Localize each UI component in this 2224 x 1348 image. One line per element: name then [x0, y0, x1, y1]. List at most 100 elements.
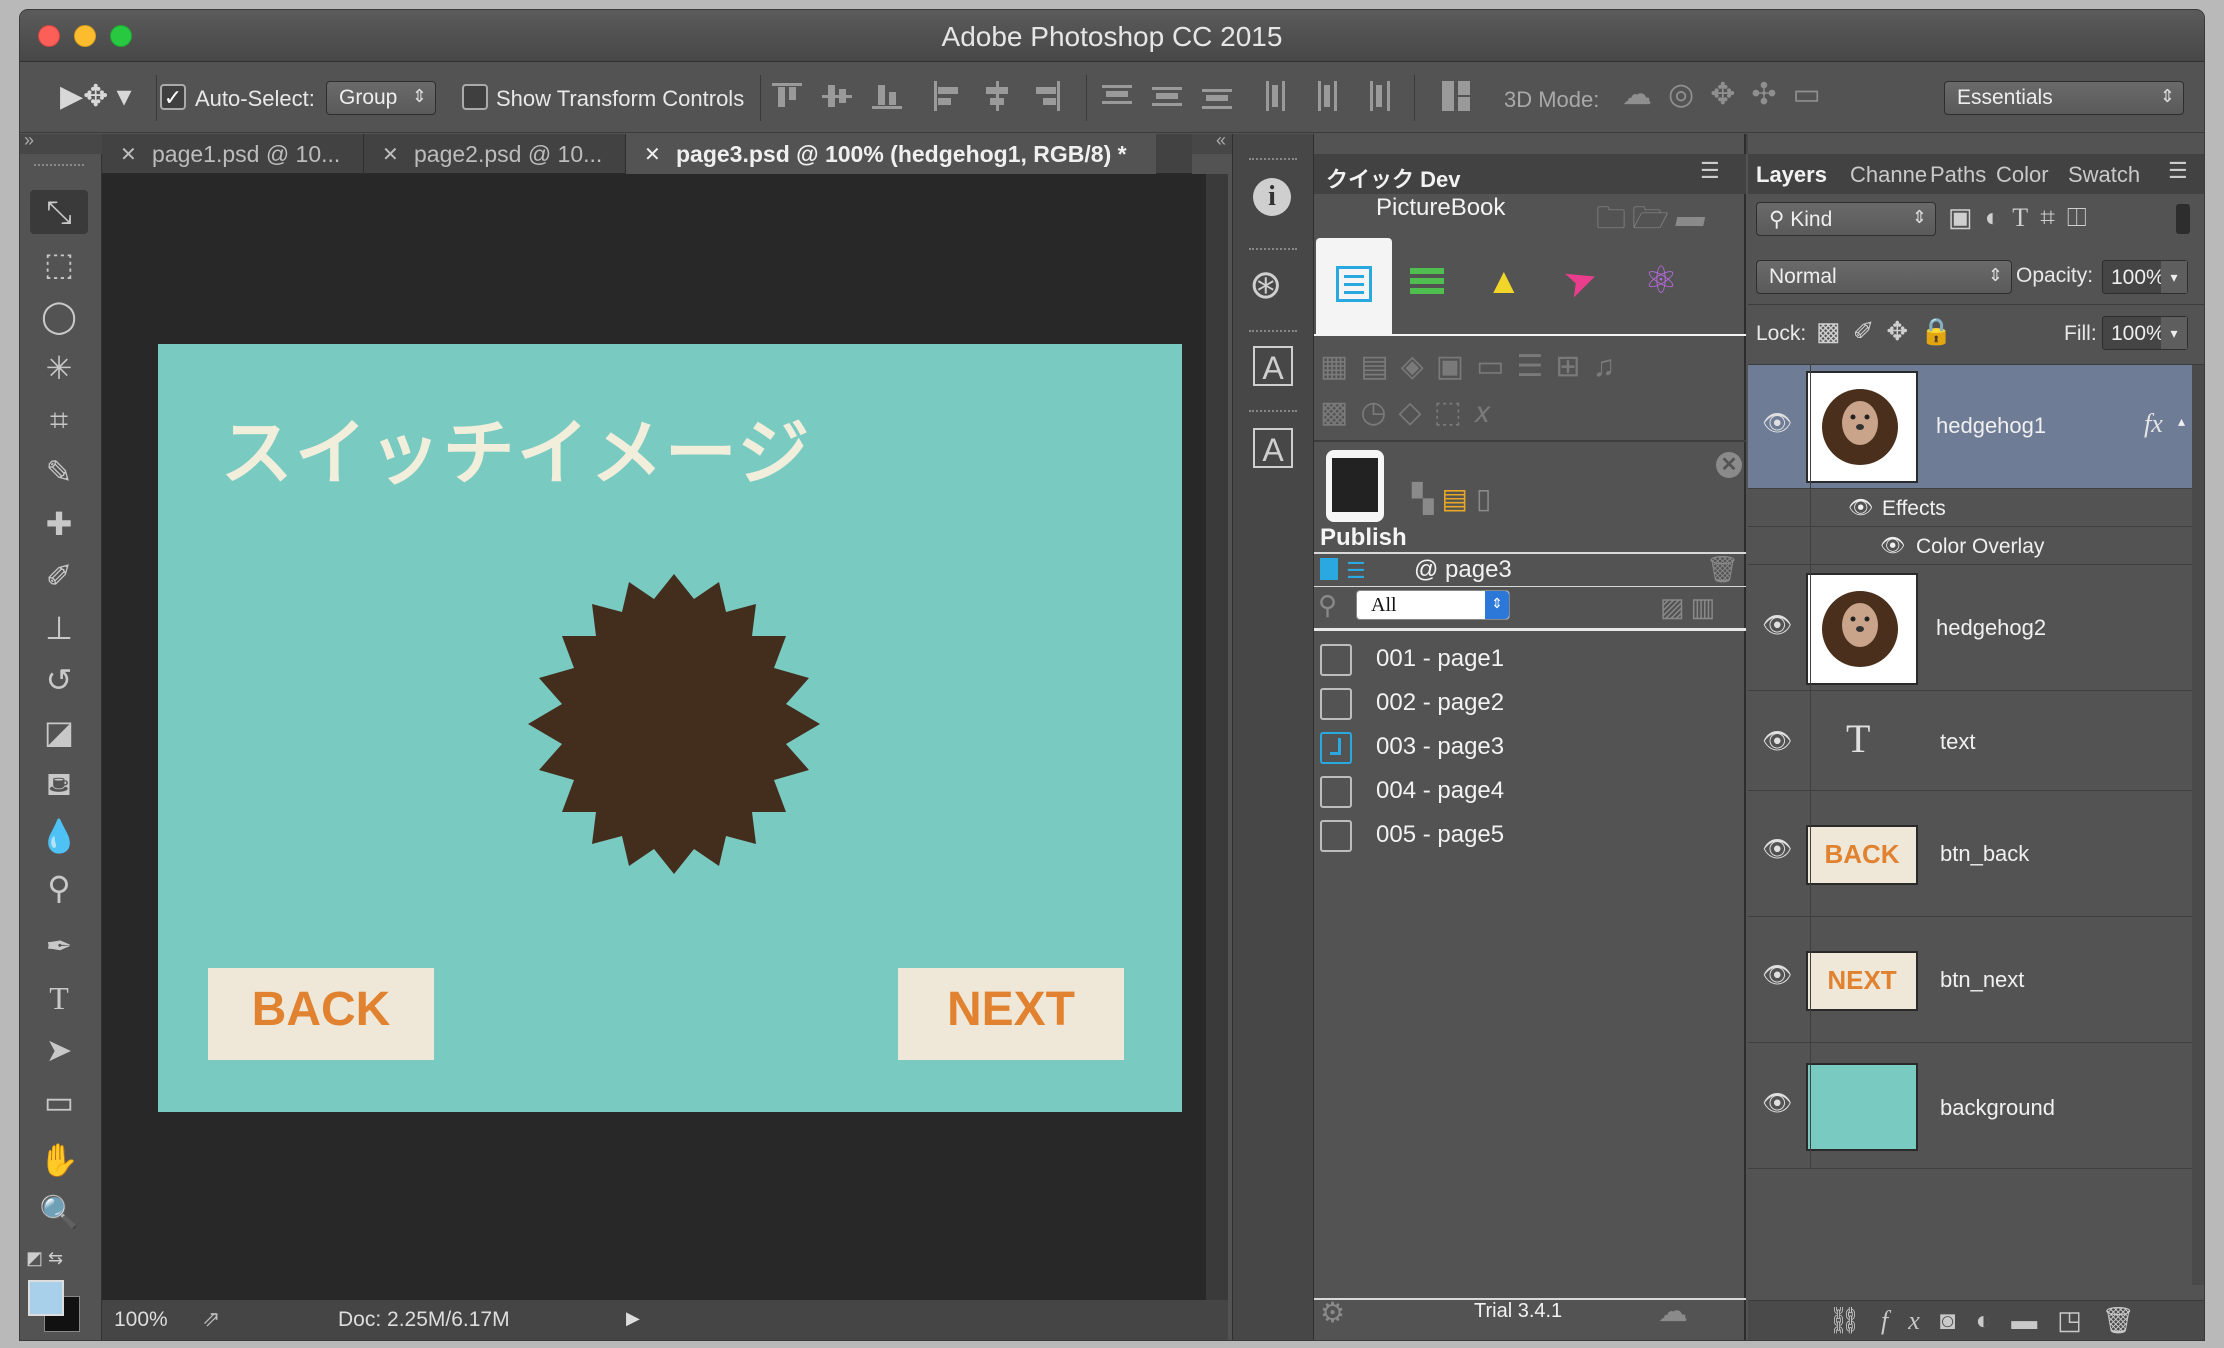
visibility-eye-icon[interactable]: 👁 [1762, 409, 1792, 438]
visibility-eye-icon[interactable]: 👁 [1762, 727, 1792, 756]
distribute-left-icon[interactable] [1262, 81, 1292, 111]
artboard[interactable]: スイッチイメージ BACK NEXT [158, 344, 1182, 1112]
close-tab-icon[interactable]: ✕ [120, 142, 137, 167]
rocket-icon[interactable]: ▲ [1486, 260, 1522, 302]
lock-transparent-icon[interactable]: ▩ [1816, 316, 1853, 346]
search-icon[interactable]: ⚲ [1318, 590, 1337, 621]
tab-page2[interactable]: ✕ page2.psd @ 10... [364, 134, 626, 174]
marquee-tool-icon[interactable]: ⬚ [30, 242, 88, 286]
character-panel-icon[interactable]: A [1253, 346, 1293, 386]
path-selection-tool-icon[interactable]: ➤ [30, 1028, 88, 1072]
move-tool-icon[interactable]: ⤡ [30, 190, 88, 234]
close-tab-icon[interactable]: ✕ [644, 142, 661, 167]
settings-gear-icon[interactable]: ⚙ [1320, 1296, 1345, 1329]
tab-channels[interactable]: Channe [1850, 162, 1927, 196]
copy-icon[interactable]: ▯ [1476, 483, 1499, 514]
distribute-horizontal-center-icon[interactable] [1312, 81, 1342, 111]
smart-object-filter-icon[interactable]: ◫ [2067, 202, 2099, 232]
close-publish-icon[interactable]: ✕ [1716, 452, 1742, 478]
new-adjustment-icon[interactable]: ◐ [1976, 1305, 2012, 1335]
archive-icon[interactable]: ▤ [1442, 483, 1476, 514]
filter-toggle[interactable] [2176, 204, 2190, 234]
eyedropper-tool-icon[interactable]: ✎ [30, 450, 88, 494]
collapse-dock-icon[interactable]: « [1216, 130, 1226, 151]
new-layer-icon[interactable]: ◳ [2057, 1305, 2102, 1335]
pixel-filter-icon[interactable]: ▣ [1948, 202, 1985, 232]
share-icon[interactable]: ⇗ [202, 1306, 220, 1332]
html-icon[interactable]: ▣ [1436, 350, 1476, 383]
lock-all-icon[interactable]: 🔒 [1920, 316, 1964, 346]
terminal-icon[interactable]: ▭ [1476, 350, 1516, 383]
code-icon[interactable]: ◈ [1401, 350, 1436, 383]
tab-layers[interactable]: Layers [1756, 162, 1827, 196]
distribute-top-icon[interactable] [1102, 81, 1132, 111]
visibility-eye-icon[interactable]: 👁 [1762, 611, 1792, 640]
dodge-tool-icon[interactable]: ⚲ [30, 866, 88, 910]
list-mode-icon[interactable] [1410, 268, 1444, 300]
timer-icon[interactable]: ◷ [1360, 396, 1398, 429]
new-folder-icon[interactable]: 🗀 [1596, 202, 1632, 235]
eraser-tool-icon[interactable]: ◪ [30, 710, 88, 754]
delete-layer-icon[interactable]: 🗑 [2102, 1305, 2155, 1335]
publish-button[interactable] [1324, 450, 1388, 530]
delete-page-icon[interactable]: 🗑 [1706, 554, 1739, 585]
healing-brush-tool-icon[interactable]: ✚ [30, 502, 88, 546]
page-row-003[interactable]: 003 - page3 [1320, 728, 1740, 768]
page-checkbox[interactable] [1320, 776, 1352, 808]
creative-cloud-icon[interactable]: ⊛ [1249, 262, 1283, 308]
atom-icon[interactable]: ⚛ [1644, 258, 1678, 303]
3d-orbit-icon[interactable]: ☁ [1622, 78, 1668, 111]
blend-mode-dropdown[interactable]: Normal [1756, 260, 2012, 294]
3d-scale-icon[interactable]: ▭ [1792, 78, 1836, 111]
crop-tool-icon[interactable]: ⌗ [30, 398, 88, 442]
rectangle-tool-icon[interactable]: ▭ [30, 1080, 88, 1124]
page-row-002[interactable]: 002 - page2 [1320, 684, 1740, 724]
3d-slide-icon[interactable]: ✣ [1751, 78, 1792, 111]
stack-icon[interactable]: ☰ [1517, 350, 1556, 383]
back-button[interactable]: BACK [208, 968, 434, 1060]
page-row-001[interactable]: 001 - page1 [1320, 640, 1740, 680]
visibility-eye-icon[interactable]: 👁 [1762, 1089, 1792, 1118]
adjustment-filter-icon[interactable]: ◐ [1985, 202, 2013, 232]
paint-bucket-tool-icon[interactable]: ⛾ [30, 762, 88, 806]
page-filter-select[interactable]: All ⇕ [1356, 590, 1510, 620]
color-overlay-row[interactable]: 👁 Color Overlay [1748, 527, 2192, 565]
lasso-tool-icon[interactable]: ◯ [30, 294, 88, 338]
duplicate-icon[interactable]: ▥ [1691, 592, 1722, 622]
pen-tool-icon[interactable]: ✒ [30, 924, 88, 968]
layers-icon[interactable]: ◇ [1399, 396, 1434, 429]
tab-page1[interactable]: ✕ page1.psd @ 10... [102, 134, 364, 174]
opacity-input[interactable]: 100% ▾ [2102, 260, 2188, 294]
fill-input[interactable]: 100% ▾ [2102, 316, 2188, 350]
tab-swatches[interactable]: Swatch [2068, 162, 2140, 196]
clone-stamp-tool-icon[interactable]: ⊥ [30, 606, 88, 650]
page-row-005[interactable]: 005 - page5 [1320, 816, 1740, 856]
add-style-icon[interactable]: fx [1881, 1306, 1940, 1335]
align-vertical-center-icon[interactable] [822, 81, 852, 111]
page-checkbox[interactable] [1320, 644, 1352, 676]
auto-select-dropdown[interactable]: Group [326, 81, 436, 115]
hand-tool-icon[interactable]: ✋ [30, 1138, 88, 1182]
qr-icon[interactable]: ▚ [1412, 483, 1442, 514]
panel-menu-icon[interactable]: ☰ [2168, 158, 2188, 184]
cloud-icon[interactable]: ☁ [1658, 1294, 1688, 1329]
zoom-level[interactable]: 100% [114, 1308, 168, 1332]
workspace-dropdown[interactable]: Essentials [1944, 81, 2184, 115]
distribute-right-icon[interactable] [1362, 81, 1392, 111]
3d-roll-icon[interactable]: ◎ [1668, 78, 1710, 111]
show-transform-checkbox[interactable] [462, 84, 488, 110]
layer-list-scrollbar[interactable] [2192, 365, 2204, 1285]
3d-pan-icon[interactable]: ✥ [1710, 78, 1751, 111]
link-layers-icon[interactable]: ⛓ [1828, 1305, 1881, 1335]
panel-menu-icon[interactable]: ☰ [1700, 158, 1720, 184]
layer-btn-next[interactable]: 👁 NEXT btn_next [1748, 917, 2192, 1043]
auto-align-layers-icon[interactable] [1442, 81, 1472, 111]
next-button[interactable]: NEXT [898, 968, 1124, 1060]
open-folder-icon[interactable]: 🗁 [1632, 202, 1675, 235]
collapse-effects-icon[interactable]: ▴ [2178, 413, 2185, 430]
chevron-down-icon[interactable]: ▾ [2161, 317, 2187, 349]
magic-wand-tool-icon[interactable]: ✳ [30, 346, 88, 390]
tab-paths[interactable]: Paths [1930, 162, 1986, 196]
layer-kind-filter[interactable]: ⚲ Kind [1756, 202, 1936, 236]
page-checkbox[interactable] [1320, 820, 1352, 852]
